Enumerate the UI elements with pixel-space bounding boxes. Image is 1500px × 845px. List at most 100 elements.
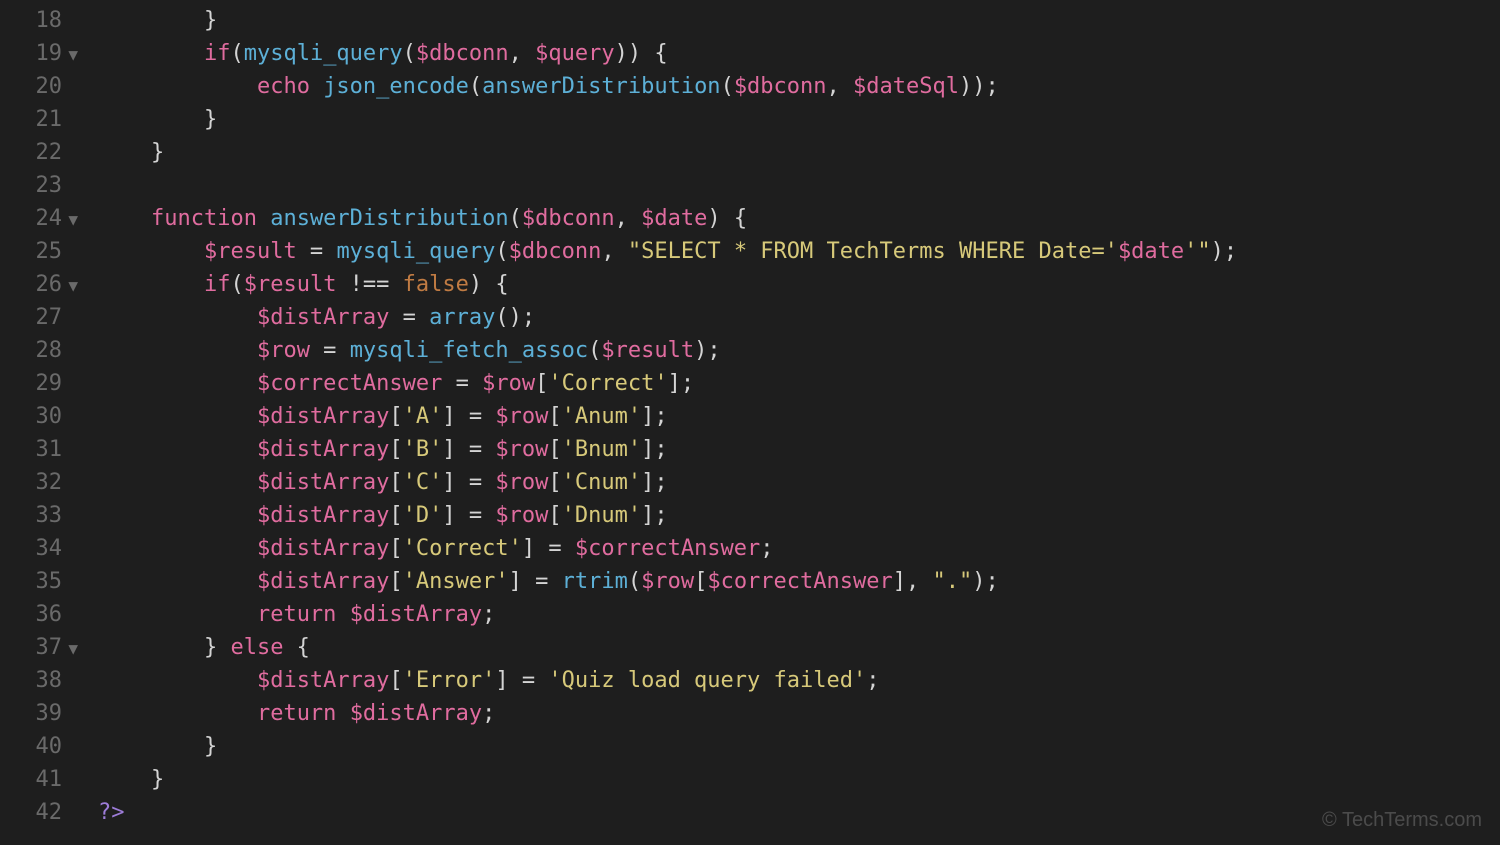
code-line[interactable]	[98, 169, 1237, 202]
code-line[interactable]: }	[98, 103, 1237, 136]
token: $distArray	[350, 602, 482, 627]
token: }	[98, 734, 217, 759]
line-number: 34	[0, 532, 78, 565]
code-area[interactable]: } if(mysqli_query($dbconn, $query)) { ec…	[90, 4, 1237, 845]
token	[257, 206, 270, 231]
token: $row	[495, 404, 548, 429]
token: $dbconn	[522, 206, 615, 231]
token: ] =	[442, 437, 495, 462]
code-line[interactable]: $distArray['C'] = $row['Cnum'];	[98, 466, 1237, 499]
token: ,	[827, 74, 854, 99]
code-line[interactable]: ?>	[98, 796, 1237, 829]
token	[336, 701, 349, 726]
token: [	[389, 569, 402, 594]
token: $row	[257, 338, 310, 363]
token: $distArray	[257, 668, 389, 693]
token: $distArray	[257, 503, 389, 528]
code-line[interactable]: echo json_encode(answerDistribution($dbc…	[98, 70, 1237, 103]
code-line[interactable]: $correctAnswer = $row['Correct'];	[98, 367, 1237, 400]
code-line[interactable]: $distArray['Answer'] = rtrim($row[$corre…	[98, 565, 1237, 598]
code-line[interactable]: function answerDistribution($dbconn, $da…	[98, 202, 1237, 235]
token: 'Correct'	[403, 536, 522, 561]
token: ;	[482, 602, 495, 627]
code-line[interactable]: $distArray['Correct'] = $correctAnswer;	[98, 532, 1237, 565]
token: );	[694, 338, 721, 363]
token: ;	[482, 701, 495, 726]
line-number: 39	[0, 697, 78, 730]
code-line[interactable]: $distArray = array();	[98, 301, 1237, 334]
token	[98, 272, 204, 297]
token	[98, 404, 257, 429]
token: (	[469, 74, 482, 99]
token: }	[98, 767, 164, 792]
code-line[interactable]: $distArray['A'] = $row['Anum'];	[98, 400, 1237, 433]
token: [	[548, 503, 561, 528]
code-line[interactable]: $row = mysqli_fetch_assoc($result);	[98, 334, 1237, 367]
code-line[interactable]: }	[98, 730, 1237, 763]
token	[98, 437, 257, 462]
line-number: 37▼	[0, 631, 78, 664]
token: $correctAnswer	[257, 371, 442, 396]
token: $row	[641, 569, 694, 594]
line-number: 40	[0, 730, 78, 763]
token: $distArray	[257, 569, 389, 594]
token: 'A'	[403, 404, 443, 429]
token: $distArray	[350, 701, 482, 726]
token: ];	[641, 503, 668, 528]
token: ] =	[495, 668, 548, 693]
token: "SELECT * FROM TechTerms WHERE Date='	[628, 239, 1118, 264]
token: =	[389, 305, 429, 330]
fold-icon[interactable]: ▼	[66, 632, 78, 665]
token: ] =	[442, 503, 495, 528]
token	[98, 371, 257, 396]
code-line[interactable]: return $distArray;	[98, 598, 1237, 631]
token: ,	[615, 206, 642, 231]
line-number: 26▼	[0, 268, 78, 301]
token: '"	[1184, 239, 1211, 264]
token	[98, 41, 204, 66]
token: return	[257, 602, 336, 627]
token: return	[257, 701, 336, 726]
code-line[interactable]: if(mysqli_query($dbconn, $query)) {	[98, 37, 1237, 70]
code-line[interactable]: $distArray['Error'] = 'Quiz load query f…	[98, 664, 1237, 697]
code-line[interactable]: return $distArray;	[98, 697, 1237, 730]
code-line[interactable]: } else {	[98, 631, 1237, 664]
token: mysqli_query	[336, 239, 495, 264]
token: ) {	[707, 206, 747, 231]
token: 'Quiz load query failed'	[548, 668, 866, 693]
token: ];	[641, 437, 668, 462]
token: $correctAnswer	[707, 569, 892, 594]
token: else	[230, 635, 283, 660]
token: (	[230, 41, 243, 66]
token: [	[535, 371, 548, 396]
token: 'Error'	[403, 668, 496, 693]
token: $result	[204, 239, 297, 264]
code-line[interactable]: $distArray['D'] = $row['Dnum'];	[98, 499, 1237, 532]
token: ] =	[442, 470, 495, 495]
token: $row	[495, 470, 548, 495]
code-line[interactable]: }	[98, 763, 1237, 796]
token: (	[628, 569, 641, 594]
fold-icon[interactable]: ▼	[66, 203, 78, 236]
code-line[interactable]: }	[98, 136, 1237, 169]
token: $result	[244, 272, 337, 297]
token: $distArray	[257, 536, 389, 561]
token	[98, 668, 257, 693]
token: $dbconn	[734, 74, 827, 99]
token: ;	[866, 668, 879, 693]
code-editor[interactable]: 1819▼2021222324▼2526▼2728293031323334353…	[0, 0, 1500, 845]
line-number: 27	[0, 301, 78, 334]
code-line[interactable]: }	[98, 4, 1237, 37]
fold-icon[interactable]: ▼	[66, 269, 78, 302]
line-number: 30	[0, 400, 78, 433]
token: [	[694, 569, 707, 594]
token: =	[310, 338, 350, 363]
token: $result	[601, 338, 694, 363]
token: (	[495, 239, 508, 264]
code-line[interactable]: $result = mysqli_query($dbconn, "SELECT …	[98, 235, 1237, 268]
token: ];	[641, 404, 668, 429]
code-line[interactable]: if($result !== false) {	[98, 268, 1237, 301]
token: [	[389, 503, 402, 528]
fold-icon[interactable]: ▼	[66, 38, 78, 71]
code-line[interactable]: $distArray['B'] = $row['Bnum'];	[98, 433, 1237, 466]
